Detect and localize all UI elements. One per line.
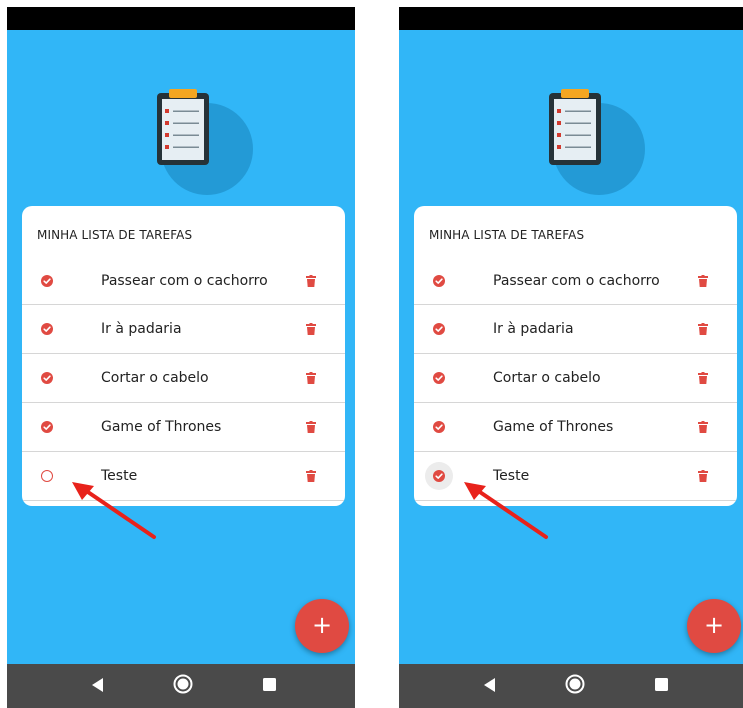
add-task-button[interactable]: + bbox=[295, 599, 349, 653]
trash-icon[interactable] bbox=[698, 274, 708, 287]
check-circle-icon[interactable] bbox=[433, 274, 445, 287]
plus-icon: + bbox=[311, 611, 333, 639]
empty-circle-icon[interactable] bbox=[41, 470, 53, 482]
red-arrow bbox=[464, 482, 548, 539]
add-task-button[interactable]: + bbox=[687, 599, 741, 653]
check-circle-icon[interactable] bbox=[433, 421, 445, 433]
task-label: Passear com o cachorro bbox=[493, 272, 660, 289]
task-row: Passear com o cachorro bbox=[22, 257, 345, 305]
back-triangle-icon[interactable] bbox=[484, 678, 496, 692]
check-circle-icon[interactable] bbox=[41, 274, 53, 287]
trash-icon[interactable] bbox=[306, 421, 316, 433]
task-row: Ir à padaria bbox=[22, 305, 345, 354]
trash-icon[interactable] bbox=[698, 372, 708, 384]
plus-icon: + bbox=[703, 611, 725, 639]
check-circle-icon[interactable] bbox=[433, 323, 445, 335]
check-circle-icon[interactable] bbox=[433, 372, 445, 384]
check-circle-icon[interactable] bbox=[41, 372, 53, 384]
task-list-card: MINHA LISTA DE TAREFAS Passear com o cac… bbox=[414, 206, 737, 506]
task-list-card: MINHA LISTA DE TAREFAS Passear com o cac… bbox=[22, 206, 345, 506]
task-row: Ir à padaria bbox=[414, 305, 737, 354]
list-title: MINHA LISTA DE TAREFAS bbox=[429, 228, 585, 242]
task-label: Passear com o cachorro bbox=[101, 272, 268, 289]
trash-icon[interactable] bbox=[306, 323, 316, 335]
clipboard-icon bbox=[157, 89, 253, 195]
trash-icon[interactable] bbox=[698, 470, 708, 482]
phone-screen-before: MINHA LISTA DE TAREFAS Passear com o cac… bbox=[7, 7, 355, 708]
trash-icon[interactable] bbox=[306, 274, 316, 287]
check-circle-icon[interactable] bbox=[41, 323, 53, 335]
status-bar bbox=[7, 7, 355, 30]
clipboard-icon bbox=[549, 89, 645, 195]
task-label: Ir à padaria bbox=[493, 321, 574, 337]
task-label: Cortar o cabelo bbox=[101, 370, 209, 386]
check-circle-icon[interactable] bbox=[41, 421, 53, 433]
android-nav-bar bbox=[7, 664, 355, 708]
red-arrow bbox=[72, 482, 156, 539]
recents-square-icon[interactable] bbox=[263, 678, 276, 691]
task-label: Cortar o cabelo bbox=[493, 370, 601, 386]
task-label: Game of Thrones bbox=[493, 419, 614, 435]
android-nav-bar bbox=[399, 664, 743, 708]
task-row: Game of Thrones bbox=[414, 403, 737, 452]
home-circle-icon[interactable] bbox=[565, 674, 585, 694]
task-label: Ir à padaria bbox=[101, 321, 182, 337]
trash-icon[interactable] bbox=[306, 372, 316, 384]
status-bar bbox=[399, 7, 743, 30]
task-row: Passear com o cachorro bbox=[414, 257, 737, 305]
task-label: Game of Thrones bbox=[101, 419, 222, 435]
trash-icon[interactable] bbox=[306, 470, 316, 482]
list-title: MINHA LISTA DE TAREFAS bbox=[37, 228, 193, 242]
task-row: Game of Thrones bbox=[22, 403, 345, 452]
back-triangle-icon[interactable] bbox=[92, 678, 104, 692]
task-row: Cortar o cabelo bbox=[22, 354, 345, 403]
recents-square-icon[interactable] bbox=[655, 678, 668, 691]
check-circle-icon[interactable] bbox=[433, 470, 445, 482]
trash-icon[interactable] bbox=[698, 421, 708, 433]
task-row: Cortar o cabelo bbox=[414, 354, 737, 403]
home-circle-icon[interactable] bbox=[173, 674, 193, 694]
trash-icon[interactable] bbox=[698, 323, 708, 335]
phone-screen-after: MINHA LISTA DE TAREFAS Passear com o cac… bbox=[399, 7, 743, 708]
